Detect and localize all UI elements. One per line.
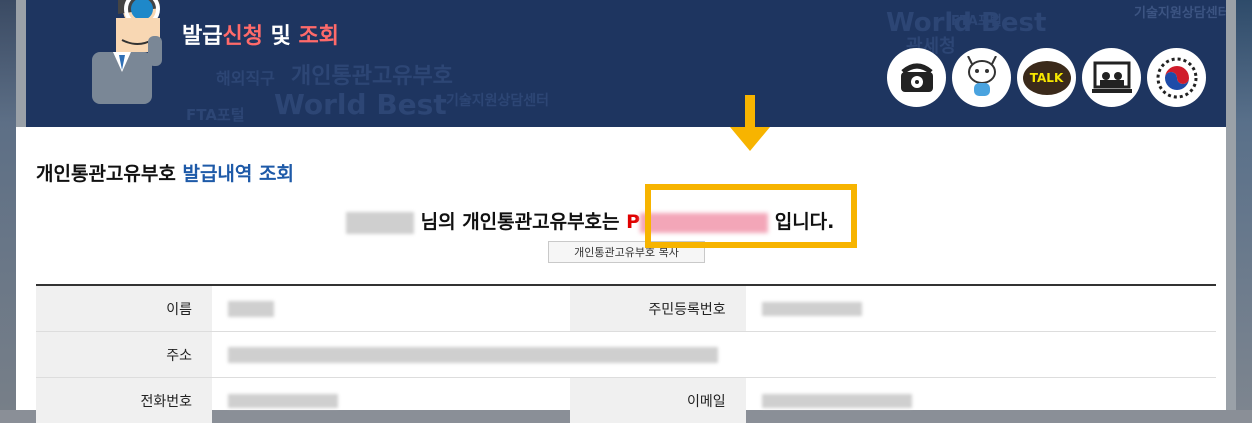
section-heading: 개인통관고유부호 발급내역 조회 xyxy=(36,159,294,186)
chatbot-icon[interactable] xyxy=(952,48,1011,107)
talk-label: TALK xyxy=(1023,61,1071,95)
table-row: 이름 주민등록번호 xyxy=(36,285,1216,332)
heading-suffix: 발급내역 조회 xyxy=(182,163,294,185)
redacted-value xyxy=(228,347,718,363)
redacted-value xyxy=(762,302,862,316)
table-label: 주소 xyxy=(36,332,212,378)
table-row: 전화번호 이메일 xyxy=(36,378,1216,423)
redacted-value xyxy=(228,394,338,408)
redacted-value xyxy=(228,301,274,317)
watermark-text: World Best xyxy=(274,88,447,121)
customs-code-prefix: P xyxy=(626,211,640,233)
redacted-value xyxy=(762,394,912,408)
message-text: 님의 개인통관고유부호는 xyxy=(421,211,620,233)
table-value xyxy=(746,378,1216,423)
table-value xyxy=(212,285,570,332)
redacted-name xyxy=(346,212,414,234)
watermark-text: FTA포털 xyxy=(951,10,1002,29)
talk-icon[interactable]: TALK xyxy=(1017,48,1076,107)
watermark-text: 기술지원상담센터 xyxy=(446,90,549,110)
background-left xyxy=(0,0,16,410)
title-part: 신청 xyxy=(222,24,262,49)
table-label: 주민등록번호 xyxy=(570,285,746,332)
watermark-text: FTA포털 xyxy=(186,104,245,125)
phone-icon[interactable] xyxy=(887,48,946,107)
government-emblem-icon[interactable] xyxy=(1147,48,1206,107)
info-table: 이름 주민등록번호 주소 전화번호 이메일 xyxy=(36,284,1216,423)
table-label: 전화번호 xyxy=(36,378,212,423)
mascot-illustration xyxy=(78,0,188,110)
heading-prefix: 개인통관고유부호 xyxy=(36,163,176,185)
table-label: 이메일 xyxy=(570,378,746,423)
table-label: 이름 xyxy=(36,285,212,332)
title-part: 발급 xyxy=(182,24,222,49)
site-header: World Best 개인통관고유부호 FTA포털 기술지원상담센터 해외직구 … xyxy=(26,0,1226,127)
watermark-text: 기술지원상담센터 xyxy=(1134,2,1226,21)
table-value xyxy=(212,332,1216,378)
main-content: 개인통관고유부호 발급내역 조회 님의 개인통관고유부호는 P 입니다. 개인통… xyxy=(16,127,1226,410)
table-value xyxy=(212,378,570,423)
table-row: 주소 xyxy=(36,332,1216,378)
title-part: 조회 xyxy=(299,24,339,49)
watermark-text: 개인통관고유부호 xyxy=(291,58,453,90)
background-right xyxy=(1236,0,1252,410)
remote-support-icon[interactable] xyxy=(1082,48,1141,107)
page-title: 발급신청 및 조회 xyxy=(182,18,339,50)
quick-link-icons: TALK xyxy=(887,48,1206,107)
title-part: 및 xyxy=(263,24,299,49)
highlight-box xyxy=(645,184,857,248)
table-value xyxy=(746,285,1216,332)
arrow-down-icon xyxy=(728,95,772,151)
watermark-text: 해외직구 xyxy=(216,65,275,89)
